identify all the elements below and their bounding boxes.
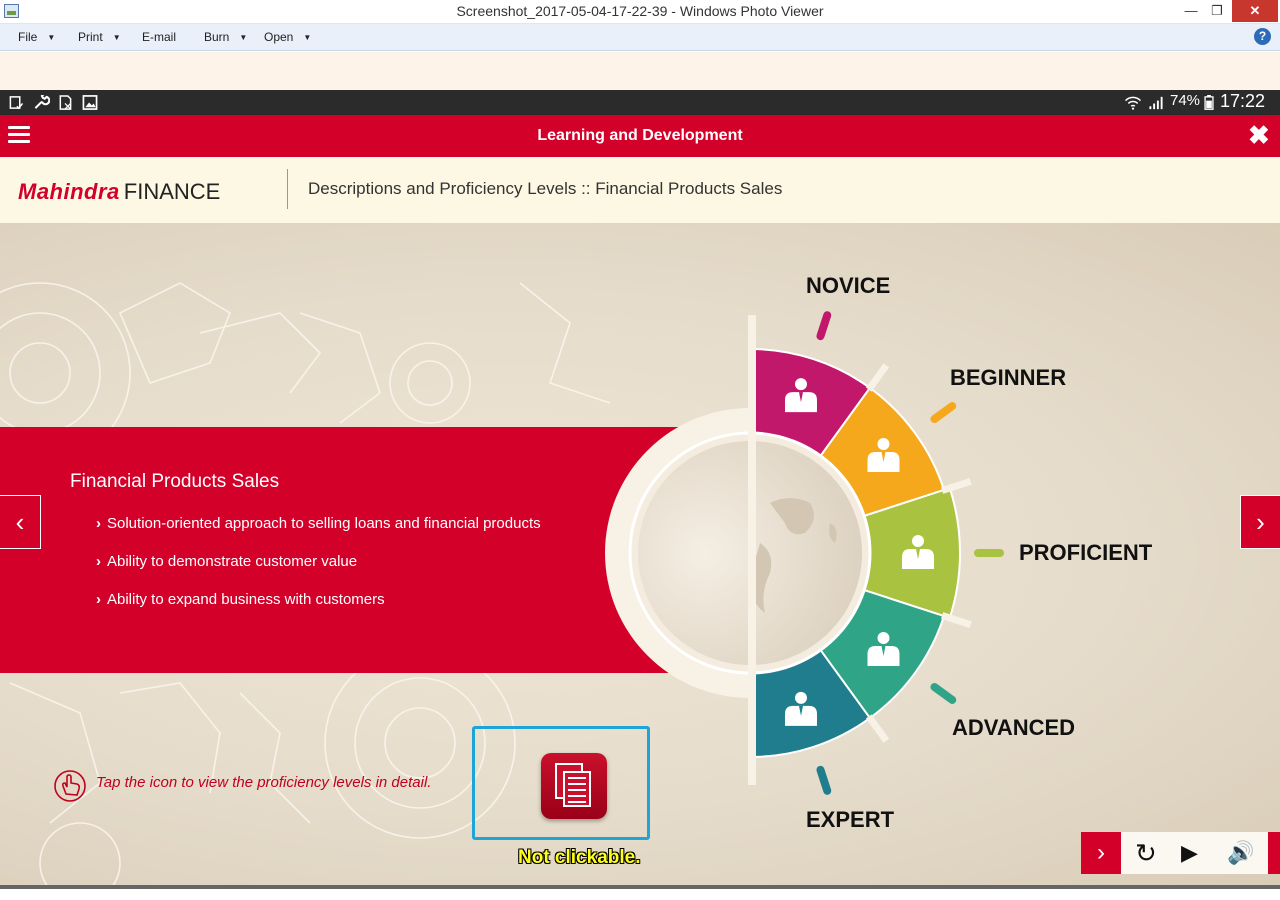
level-marker xyxy=(816,311,832,341)
segment-divider xyxy=(865,714,890,743)
logo-brand: Mahindra xyxy=(18,179,120,204)
player-controls: › ↻ ▶ 🔊 xyxy=(1081,832,1280,874)
chevron-down-icon: ▼ xyxy=(303,33,312,42)
wheel-axis xyxy=(748,315,756,785)
sim-icon xyxy=(9,96,24,110)
menu-bar: File ▼ Print ▼ E-mail Burn ▼ Open ▼ ? xyxy=(0,24,1280,51)
level-label-novice: NOVICE xyxy=(806,273,891,298)
window-title: Screenshot_2017-05-04-17-22-39 - Windows… xyxy=(456,3,824,19)
page-front xyxy=(563,771,591,807)
menu-email[interactable]: E-mail xyxy=(142,30,176,44)
level-label-beginner: BEGINNER xyxy=(950,365,1067,390)
previous-slide-button[interactable]: ‹ xyxy=(0,495,41,549)
mahindra-finance-logo: Mahindra FINANCE xyxy=(18,179,220,205)
level-label-advanced: ADVANCED xyxy=(952,715,1076,740)
menu-print[interactable]: Print ▼ xyxy=(78,30,121,44)
signal-icon xyxy=(1149,96,1163,110)
control-edge xyxy=(1268,832,1280,874)
next-slide-button[interactable]: › xyxy=(1240,495,1280,549)
menu-file[interactable]: File ▼ xyxy=(18,30,55,44)
level-label-proficient: PROFICIENT xyxy=(1019,540,1153,565)
android-status-bar: 74% 17:22 xyxy=(0,90,1280,115)
header-divider xyxy=(287,169,288,209)
menu-file-label: File xyxy=(18,30,38,44)
image-icon xyxy=(82,95,98,110)
annotation-label: Not clickable. xyxy=(518,847,641,868)
menu-burn-label: Burn xyxy=(204,30,230,44)
battery-icon xyxy=(1204,95,1214,110)
chevron-down-icon: ▼ xyxy=(239,33,248,42)
segment-divider xyxy=(941,612,972,629)
next-button[interactable]: › xyxy=(1081,832,1121,874)
course-header: Mahindra FINANCE Descriptions and Profici… xyxy=(0,157,1280,223)
menu-print-label: Print xyxy=(78,30,103,44)
logo-word: FINANCE xyxy=(123,179,221,204)
minimize-button[interactable]: — xyxy=(1178,0,1204,22)
level-label-expert: EXPERT xyxy=(806,807,895,832)
close-icon[interactable]: ✖ xyxy=(1248,121,1270,149)
volume-icon[interactable]: 🔊 xyxy=(1227,838,1254,868)
slide-content: Financial Products Sales › Solution-orien… xyxy=(0,223,1280,885)
level-marker xyxy=(930,683,957,704)
chevron-down-icon: ▼ xyxy=(47,33,56,42)
segment-divider xyxy=(865,363,890,392)
tap-hand-icon xyxy=(54,770,86,802)
wifi-icon xyxy=(1124,96,1142,110)
window-titlebar: Screenshot_2017-05-04-17-22-39 - Windows… xyxy=(0,0,1280,24)
segment-divider xyxy=(941,477,972,494)
sd-card-icon xyxy=(59,95,72,110)
documents-icon[interactable] xyxy=(541,753,607,819)
app-title: Learning and Development xyxy=(537,127,743,144)
viewer-background xyxy=(0,52,1280,90)
help-icon[interactable]: ? xyxy=(1254,28,1271,45)
maximize-button[interactable]: ❐ xyxy=(1204,0,1230,22)
wrench-icon xyxy=(34,95,50,109)
menu-burn[interactable]: Burn ▼ xyxy=(204,30,247,44)
breadcrumb: Descriptions and Proficiency Levels :: F… xyxy=(308,179,783,198)
menu-email-label: E-mail xyxy=(142,30,177,44)
close-window-button[interactable]: ✕ xyxy=(1232,0,1278,22)
app-header: Learning and Development ✖ xyxy=(0,115,1280,157)
menu-open[interactable]: Open ▼ xyxy=(264,30,311,44)
clock: 17:22 xyxy=(1220,91,1266,111)
battery-percent: 74% xyxy=(1170,92,1201,109)
chevron-down-icon: ▼ xyxy=(112,33,121,42)
level-marker xyxy=(930,402,957,423)
replay-icon[interactable]: ↻ xyxy=(1135,838,1157,868)
menu-open-label: Open xyxy=(264,30,294,44)
hint-text: Tap the icon to view the proficiency lev… xyxy=(96,774,432,791)
level-marker xyxy=(816,765,832,795)
viewer-bottom-strip xyxy=(0,885,1280,900)
play-icon[interactable]: ▶ xyxy=(1181,838,1198,868)
